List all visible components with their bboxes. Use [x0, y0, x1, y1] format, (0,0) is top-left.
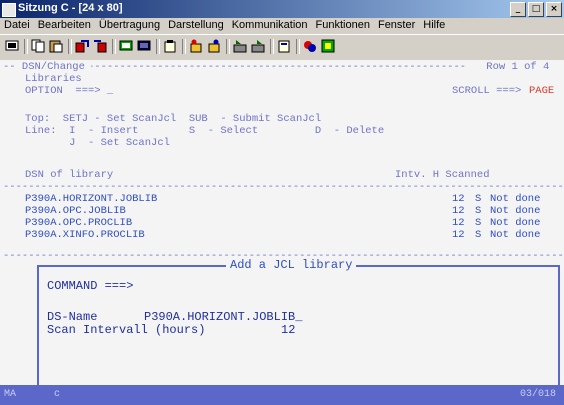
row-scanned: Not done: [490, 193, 541, 205]
help-line-commands: Line: I - Insert S - Select D - Delete: [25, 125, 385, 137]
app-icon[interactable]: [2, 3, 16, 17]
screen-subtitle: Libraries: [25, 73, 82, 85]
row-scanned: Not done: [490, 205, 541, 217]
option-field[interactable]: OPTION ===> _: [25, 85, 113, 97]
row-h: S: [475, 217, 482, 229]
macro-icon[interactable]: [136, 38, 152, 54]
scan-interval-label: Scan Intervall (hours): [47, 323, 206, 337]
column-dsn-header: DSN of library: [25, 169, 114, 181]
menu-darstellung[interactable]: Darstellung: [164, 18, 228, 34]
ds-name-label: DS-Name: [47, 310, 98, 324]
row-scanned: Not done: [490, 229, 541, 241]
record-icon[interactable]: [250, 38, 266, 54]
column-intv-header: Intv. H Scanned: [395, 169, 490, 181]
add-jcl-library-popup: Add a JCL library COMMAND ===> DS-Name P…: [37, 258, 560, 385]
row-h: S: [475, 205, 482, 217]
scan-interval-input[interactable]: 12: [281, 323, 295, 337]
scroll-label: SCROLL ===>: [452, 85, 528, 97]
play-macro-icon[interactable]: [232, 38, 248, 54]
scroll-value[interactable]: PAGE: [529, 85, 554, 97]
toolbar: [0, 34, 564, 62]
terminal-screen[interactable]: -- DSN/Change --------------------------…: [0, 60, 564, 385]
header-dashes: ----------------------------------------…: [88, 61, 467, 73]
screen-title: -- DSN/Change: [3, 61, 92, 73]
clipboard-icon[interactable]: [162, 38, 178, 54]
row-h: S: [475, 193, 482, 205]
ds-name-input[interactable]: P390A.HORIZONT.JOBLIB_: [144, 310, 302, 324]
menu-funktionen[interactable]: Funktionen: [312, 18, 374, 34]
menu-bar: Datei Bearbeiten Übertragung Darstellung…: [0, 18, 564, 34]
row-indicator: Row 1 of 4: [480, 61, 550, 73]
row-scanned: Not done: [490, 217, 541, 229]
maximize-button[interactable]: □: [528, 2, 544, 17]
row-h: S: [475, 229, 482, 241]
start-record-icon[interactable]: [188, 38, 204, 54]
minimize-button[interactable]: _: [510, 2, 526, 17]
row-dsn: P390A.HORIZONT.JOBLIB: [25, 193, 158, 205]
receive-file-icon[interactable]: [92, 38, 108, 54]
menu-hilfe[interactable]: Hilfe: [419, 18, 449, 34]
row-intv: 12: [452, 193, 465, 205]
close-button[interactable]: ×: [546, 2, 562, 17]
paste-icon[interactable]: [48, 38, 64, 54]
send-file-icon[interactable]: [74, 38, 90, 54]
help-icon[interactable]: [302, 38, 318, 54]
status-mode: c: [54, 389, 61, 400]
menu-uebertragung[interactable]: Übertragung: [95, 18, 164, 34]
row-dsn: P390A.XINFO.PROCLIB: [25, 229, 145, 241]
stop-record-icon[interactable]: [206, 38, 222, 54]
cursor-position: 03/018: [520, 389, 557, 400]
menu-datei[interactable]: Datei: [0, 18, 34, 34]
window-title: Sitzung C - [24 x 80]: [18, 2, 123, 14]
row-intv: 12: [452, 229, 465, 241]
row-dsn: P390A.OPC.PROCLIB: [25, 217, 133, 229]
popup-title: Add a JCL library: [226, 258, 357, 272]
divider: ----------------------------------------…: [3, 181, 564, 193]
window-titlebar: Sitzung C - [24 x 80] _ □ ×: [0, 0, 564, 18]
help-line-commands-2: J - Set ScanJcl: [25, 137, 170, 149]
status-ma: MA: [4, 389, 17, 400]
properties-icon[interactable]: [276, 38, 292, 54]
menu-fenster[interactable]: Fenster: [374, 18, 419, 34]
screen-icon[interactable]: [4, 38, 20, 54]
help-top-line: Top: SETJ - Set ScanJcl SUB - Submit Sca…: [25, 113, 322, 125]
status-bar: MA c 03/018: [0, 385, 564, 405]
menu-kommunikation[interactable]: Kommunikation: [228, 18, 312, 34]
popup-command-field[interactable]: COMMAND ===>: [47, 279, 133, 293]
row-intv: 12: [452, 217, 465, 229]
row-dsn: P390A.OPC.JOBLIB: [25, 205, 126, 217]
green-square-icon[interactable]: [320, 38, 336, 54]
row-intv: 12: [452, 205, 465, 217]
display-icon[interactable]: [118, 38, 134, 54]
copy-icon[interactable]: [30, 38, 46, 54]
menu-bearbeiten[interactable]: Bearbeiten: [34, 18, 95, 34]
